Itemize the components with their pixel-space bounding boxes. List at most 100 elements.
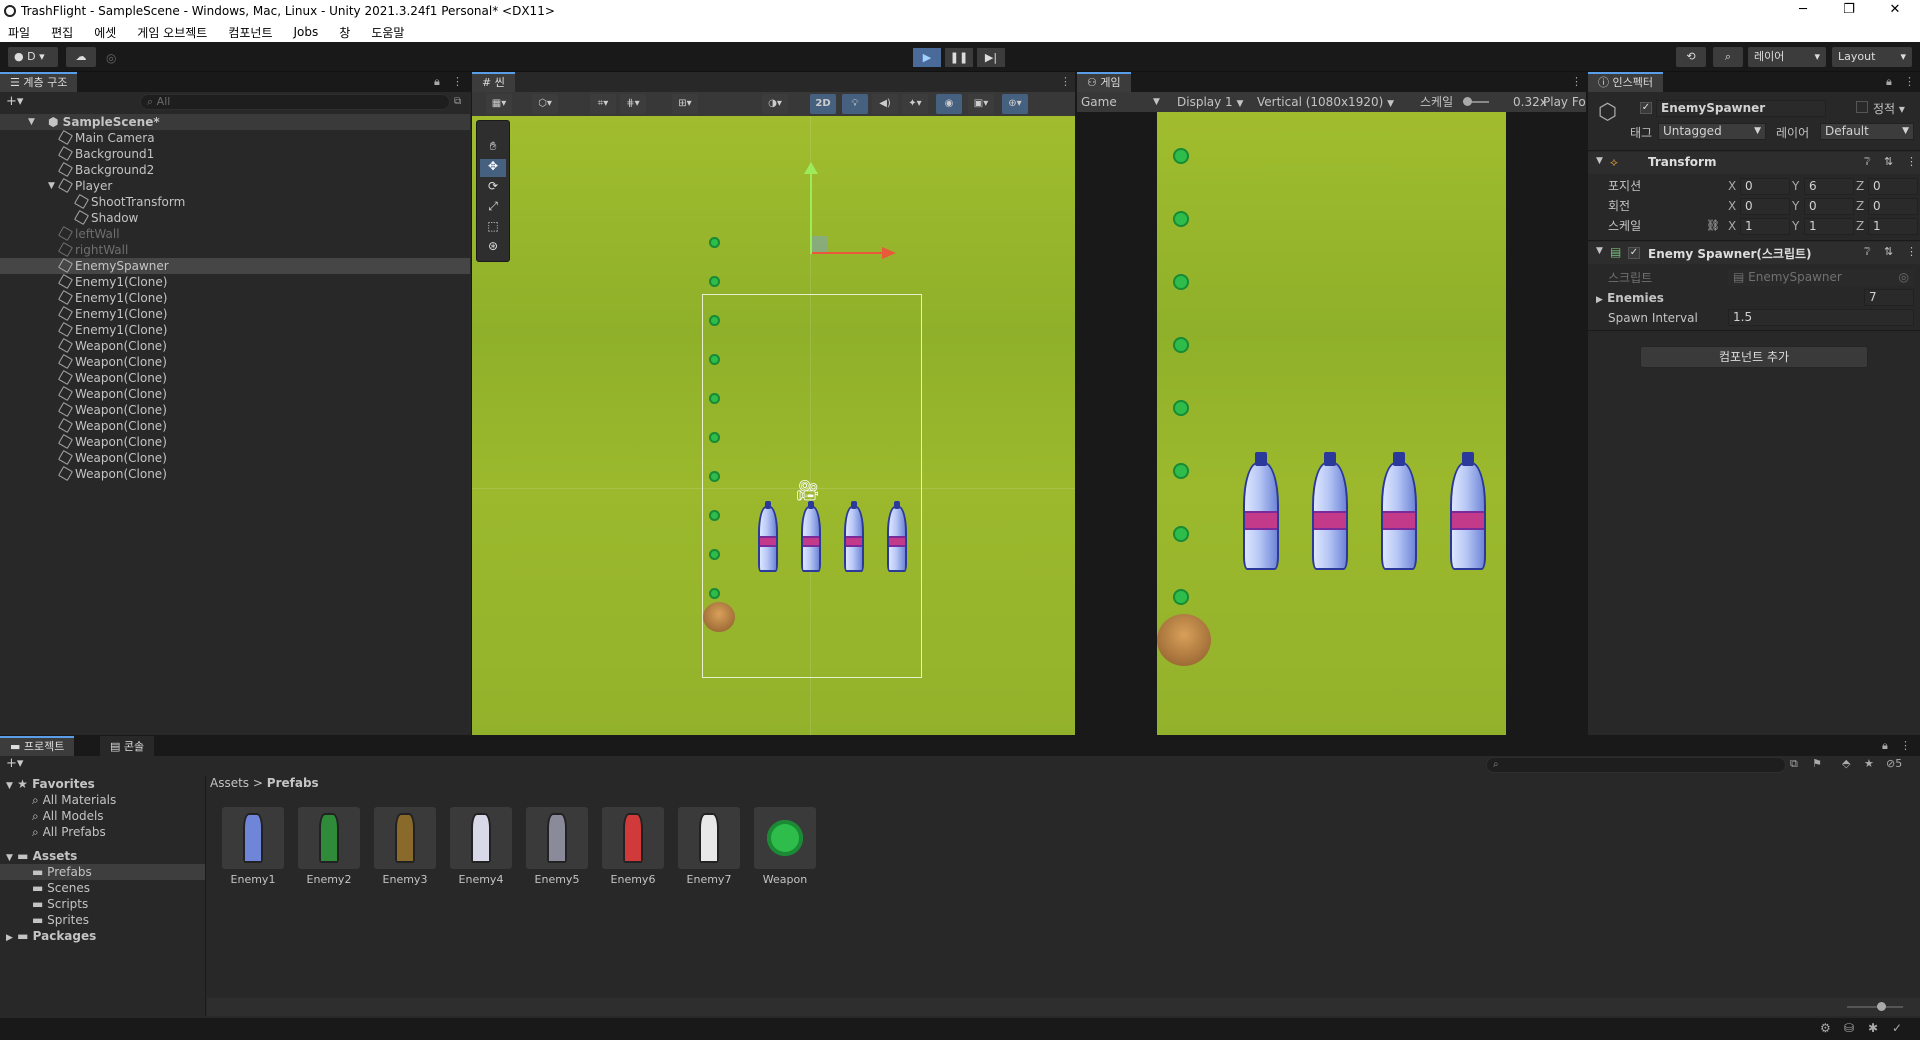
menu-help[interactable]: 도움말 <box>371 24 404 41</box>
tab-project[interactable]: ▬ 프로젝트 <box>0 736 75 756</box>
prefab-asset[interactable]: Enemy2 <box>298 807 360 886</box>
favorite-all-materials[interactable]: ⌕ All Materials <box>32 792 116 808</box>
icon-size-slider[interactable] <box>1847 1006 1903 1008</box>
scale-slider-thumb[interactable] <box>1463 97 1472 106</box>
help-icon[interactable]: ❔︎ <box>1864 155 1871 169</box>
project-search-input[interactable]: ⌕ <box>1486 757 1786 773</box>
lighting-icon[interactable]: 💡︎ <box>842 94 868 114</box>
search-by-type-icon[interactable]: ⧉ <box>1790 757 1798 771</box>
layer-dropdown[interactable]: Default ▼ <box>1820 123 1914 140</box>
packages-row[interactable]: ▶ ▬ Packages <box>6 928 96 946</box>
pause-button[interactable]: ❚❚ <box>945 48 973 67</box>
lock-icon[interactable]: 🔒︎ <box>434 75 440 89</box>
prefab-asset[interactable]: Enemy4 <box>450 807 512 886</box>
prefab-asset[interactable]: Enemy7 <box>678 807 740 886</box>
history-button[interactable]: ⟲ <box>1676 47 1706 67</box>
hierarchy-item[interactable]: Enemy1(Clone) <box>0 305 470 322</box>
resolution-dropdown[interactable]: Vertical (1080x1920) ▼ <box>1257 92 1394 114</box>
hidden-packages-toggle[interactable]: ⊘5 <box>1886 757 1902 770</box>
chevron-down-icon[interactable]: ▼ <box>1153 92 1160 112</box>
grid-icon[interactable]: ⋕▾ <box>620 94 646 114</box>
game-kebab-icon[interactable]: ⋮ <box>1571 75 1582 88</box>
gizmo-pivot-icon[interactable]: ⬡▾ <box>532 94 558 114</box>
game-view-dropdown[interactable]: Game <box>1081 92 1117 112</box>
draw-mode-icon[interactable]: ▦▾ <box>486 94 512 114</box>
icon-size-slider-thumb[interactable] <box>1877 1002 1886 1011</box>
move-tool-icon[interactable]: ✥ <box>480 159 506 177</box>
play-button[interactable]: ▶ <box>913 48 941 67</box>
scale-tool-icon[interactable]: ⤢ <box>480 199 506 217</box>
hierarchy-item[interactable]: Background1 <box>0 145 470 162</box>
axis-label-y[interactable]: Y <box>1792 218 1799 234</box>
layout-dropdown[interactable]: Layout ▾ <box>1832 47 1912 67</box>
hierarchy-item[interactable]: Weapon(Clone) <box>0 337 470 354</box>
hierarchy-item[interactable]: Weapon(Clone) <box>0 449 470 466</box>
menu-component[interactable]: 컴포넌트 <box>228 24 272 41</box>
debug-icon[interactable]: ⚙︎ <box>1820 1021 1831 1035</box>
help-icon[interactable]: ❔︎ <box>1864 245 1871 259</box>
favorite-all-models[interactable]: ⌕ All Models <box>32 808 104 824</box>
project-kebab-icon[interactable]: ⋮ <box>1900 739 1911 752</box>
tab-inspector[interactable]: ⓘ 인스펙터 <box>1588 72 1663 92</box>
menu-window[interactable]: 창 <box>339 24 350 41</box>
axis-label-y[interactable]: Y <box>1792 178 1799 194</box>
visibility-icon[interactable]: ◉ <box>936 94 962 114</box>
transform-scale-y-field[interactable]: 1 <box>1804 218 1854 235</box>
folder-prefabs[interactable]: ▬ Prefabs <box>0 864 205 880</box>
gizmo-y-arrow-icon[interactable] <box>804 162 818 174</box>
inspector-kebab-icon[interactable]: ⋮ <box>1904 75 1915 88</box>
transform-rotation-y-field[interactable]: 0 <box>1804 198 1854 215</box>
hierarchy-item[interactable]: Weapon(Clone) <box>0 417 470 434</box>
project-lock-icon[interactable]: 🔒︎ <box>1882 739 1888 753</box>
hierarchy-item[interactable]: ShootTransform <box>0 193 470 210</box>
gizmo-plane-handle[interactable] <box>812 236 828 252</box>
enemies-count-field[interactable]: 7 <box>1864 289 1914 306</box>
breadcrumb-prefabs[interactable]: Prefabs <box>267 776 319 790</box>
tag-dropdown[interactable]: Untagged ▼ <box>1658 123 1766 140</box>
menu-gameobject[interactable]: 게임 오브젝트 <box>137 24 207 41</box>
gizmo-x-arrow-icon[interactable] <box>882 247 896 259</box>
foldout-arrow-icon[interactable]: ▼ <box>1596 246 1603 256</box>
kebab-menu-icon[interactable]: ⋮ <box>452 75 463 88</box>
folder-scenes[interactable]: ▬ Scenes <box>32 880 90 896</box>
menu-assets[interactable]: 에셋 <box>94 24 116 41</box>
prefab-asset[interactable]: Enemy6 <box>602 807 664 886</box>
folder-sprites[interactable]: ▬ Sprites <box>32 912 89 928</box>
foldout-arrow-icon[interactable]: ▼ <box>1596 156 1603 166</box>
prefab-asset[interactable]: Enemy5 <box>526 807 588 886</box>
prefab-asset[interactable]: Weapon <box>754 807 816 886</box>
game-viewport[interactable] <box>1157 112 1506 735</box>
search-button[interactable]: ⌕ <box>1713 47 1743 67</box>
favorite-all-prefabs[interactable]: ⌕ All Prefabs <box>32 824 106 840</box>
hierarchy-item[interactable]: Weapon(Clone) <box>0 465 470 482</box>
gizmos-icon[interactable]: ⊕▾ <box>1002 94 1028 114</box>
minimize-button[interactable]: ─ <box>1780 0 1826 22</box>
hierarchy-item[interactable]: Background2 <box>0 161 470 178</box>
transform-scale-x-field[interactable]: 1 <box>1740 218 1790 235</box>
bug-icon[interactable]: ✱ <box>1868 1021 1878 1035</box>
cache-icon[interactable]: ⛁ <box>1844 1021 1854 1035</box>
search-options-icon[interactable]: ⧉ <box>454 96 461 107</box>
close-button[interactable]: ✕ <box>1872 0 1918 22</box>
axis-label-z[interactable]: Z <box>1856 198 1864 214</box>
hierarchy-item[interactable]: EnemySpawner <box>0 257 470 274</box>
hierarchy-item[interactable]: leftWall <box>0 225 470 242</box>
shading-icon[interactable]: ◑▾ <box>762 94 788 114</box>
hierarchy-item[interactable]: ▼ Player <box>0 177 470 194</box>
rect-tool-icon[interactable]: ⬚ <box>480 219 506 237</box>
axis-label-x[interactable]: X <box>1728 178 1736 194</box>
step-button[interactable]: ▶| <box>977 48 1005 67</box>
hierarchy-item[interactable]: Main Camera <box>0 129 470 146</box>
transform-header[interactable]: ▼ ⟡ Transform ❔︎ ⇅ ⋮ <box>1588 152 1920 174</box>
transform-scale-z-field[interactable]: 1 <box>1868 218 1918 235</box>
hierarchy-item[interactable]: Shadow <box>0 209 470 226</box>
hierarchy-item[interactable]: Enemy1(Clone) <box>0 289 470 306</box>
tag-icon[interactable]: ⬘ <box>1842 757 1850 770</box>
hierarchy-item[interactable]: Weapon(Clone) <box>0 401 470 418</box>
transform-rotation-z-field[interactable]: 0 <box>1868 198 1918 215</box>
menu-file[interactable]: 파일 <box>8 24 30 41</box>
maximize-button[interactable]: ❐ <box>1826 0 1872 22</box>
axis-label-x[interactable]: X <box>1728 198 1736 214</box>
increment-snap-icon[interactable]: ⊞▾ <box>672 94 698 114</box>
gizmo-x-axis[interactable] <box>812 252 884 254</box>
